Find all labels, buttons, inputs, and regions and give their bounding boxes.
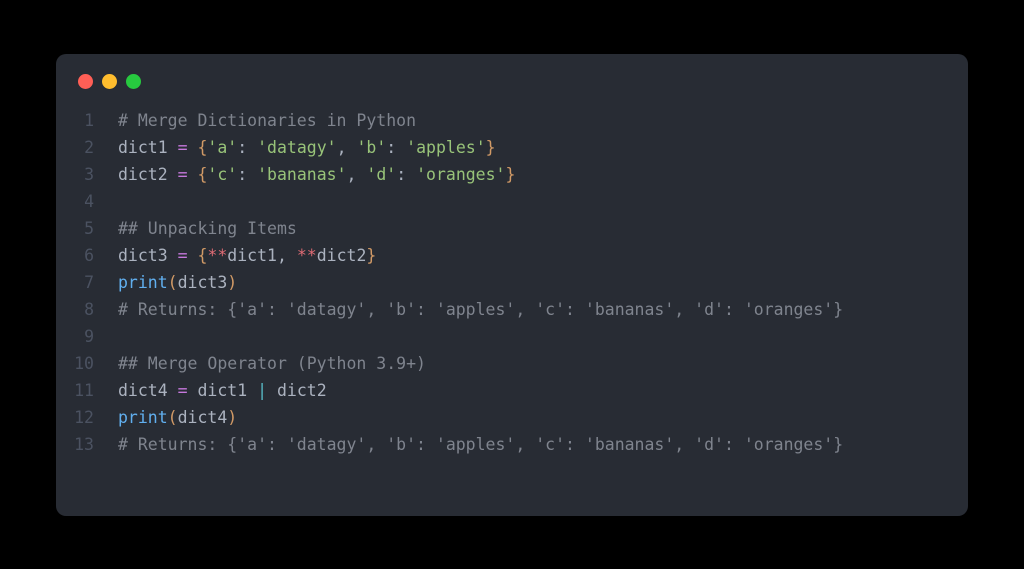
token-op: = <box>178 246 188 265</box>
token-def: dict2 <box>267 381 327 400</box>
token-fn: print <box>118 408 168 427</box>
token-comment: ## Unpacking Items <box>118 219 297 238</box>
token-punc <box>188 138 198 157</box>
token-str: 'oranges' <box>416 165 505 184</box>
code-line: 2dict1 = {'a': 'datagy', 'b': 'apples'} <box>56 134 968 161</box>
line-number: 10 <box>56 350 118 377</box>
token-str: 'c' <box>207 165 237 184</box>
code-content: dict3 = {**dict1, **dict2} <box>118 242 376 269</box>
token-punc <box>188 165 198 184</box>
code-line: 11dict4 = dict1 | dict2 <box>56 377 968 404</box>
token-punc <box>188 246 198 265</box>
token-brace: } <box>486 138 496 157</box>
token-star: ** <box>297 246 317 265</box>
token-comment: # Returns: {'a': 'datagy', 'b': 'apples'… <box>118 435 843 454</box>
zoom-icon[interactable] <box>126 74 141 89</box>
line-number: 2 <box>56 134 118 161</box>
token-punc: , <box>347 165 367 184</box>
code-content: # Merge Dictionaries in Python <box>118 107 416 134</box>
token-punc: : <box>237 165 257 184</box>
token-pipe: | <box>257 381 267 400</box>
token-brace: { <box>197 138 207 157</box>
code-editor[interactable]: 1# Merge Dictionaries in Python2dict1 = … <box>56 103 968 478</box>
line-number: 4 <box>56 188 118 215</box>
token-punc: , <box>277 246 297 265</box>
token-def: dict4 <box>118 381 178 400</box>
token-brace: ( <box>168 273 178 292</box>
token-str: 'b' <box>356 138 386 157</box>
token-def: dict3 <box>118 246 178 265</box>
line-number: 12 <box>56 404 118 431</box>
code-content: # Returns: {'a': 'datagy', 'b': 'apples'… <box>118 431 843 458</box>
code-line: 3dict2 = {'c': 'bananas', 'd': 'oranges'… <box>56 161 968 188</box>
code-content: print(dict4) <box>118 404 237 431</box>
token-def: dict1 <box>118 138 178 157</box>
token-punc: : <box>237 138 257 157</box>
code-content: dict1 = {'a': 'datagy', 'b': 'apples'} <box>118 134 496 161</box>
token-op: = <box>178 381 188 400</box>
token-op: = <box>178 165 188 184</box>
token-def: dict1 <box>188 381 258 400</box>
code-content: dict2 = {'c': 'bananas', 'd': 'oranges'} <box>118 161 515 188</box>
token-str: 'apples' <box>406 138 485 157</box>
code-line: 4 <box>56 188 968 215</box>
code-content: ## Unpacking Items <box>118 215 297 242</box>
line-number: 3 <box>56 161 118 188</box>
minimize-icon[interactable] <box>102 74 117 89</box>
code-line: 8# Returns: {'a': 'datagy', 'b': 'apples… <box>56 296 968 323</box>
code-line: 1# Merge Dictionaries in Python <box>56 107 968 134</box>
token-punc: , <box>337 138 357 157</box>
token-def: dict2 <box>118 165 178 184</box>
token-comment: ## Merge Operator (Python 3.9+) <box>118 354 426 373</box>
token-def: dict4 <box>178 408 228 427</box>
code-line: 6dict3 = {**dict1, **dict2} <box>56 242 968 269</box>
line-number: 5 <box>56 215 118 242</box>
line-number: 6 <box>56 242 118 269</box>
token-brace: ) <box>227 273 237 292</box>
code-line: 5## Unpacking Items <box>56 215 968 242</box>
line-number: 13 <box>56 431 118 458</box>
token-brace: ) <box>227 408 237 427</box>
line-number: 7 <box>56 269 118 296</box>
token-brace: { <box>197 165 207 184</box>
code-line: 9 <box>56 323 968 350</box>
token-punc: : <box>386 138 406 157</box>
token-op: = <box>178 138 188 157</box>
token-def: dict2 <box>317 246 367 265</box>
line-number: 11 <box>56 377 118 404</box>
token-str: 'd' <box>366 165 396 184</box>
token-def: dict3 <box>178 273 228 292</box>
line-number: 1 <box>56 107 118 134</box>
token-fn: print <box>118 273 168 292</box>
token-punc: : <box>396 165 416 184</box>
code-line: 12print(dict4) <box>56 404 968 431</box>
close-icon[interactable] <box>78 74 93 89</box>
code-line: 7print(dict3) <box>56 269 968 296</box>
token-str: 'a' <box>207 138 237 157</box>
token-brace: } <box>366 246 376 265</box>
token-def: dict1 <box>227 246 277 265</box>
code-content: dict4 = dict1 | dict2 <box>118 377 327 404</box>
token-brace: { <box>197 246 207 265</box>
line-number: 9 <box>56 323 118 350</box>
code-content: ## Merge Operator (Python 3.9+) <box>118 350 426 377</box>
token-brace: ( <box>168 408 178 427</box>
code-window: 1# Merge Dictionaries in Python2dict1 = … <box>56 54 968 516</box>
code-content: # Returns: {'a': 'datagy', 'b': 'apples'… <box>118 296 843 323</box>
token-comment: # Returns: {'a': 'datagy', 'b': 'apples'… <box>118 300 843 319</box>
code-line: 10## Merge Operator (Python 3.9+) <box>56 350 968 377</box>
code-line: 13# Returns: {'a': 'datagy', 'b': 'apple… <box>56 431 968 458</box>
line-number: 8 <box>56 296 118 323</box>
token-str: 'datagy' <box>257 138 336 157</box>
titlebar <box>56 54 968 103</box>
token-brace: } <box>505 165 515 184</box>
token-str: 'bananas' <box>257 165 346 184</box>
code-content: print(dict3) <box>118 269 237 296</box>
token-star: ** <box>207 246 227 265</box>
token-comment: # Merge Dictionaries in Python <box>118 111 416 130</box>
